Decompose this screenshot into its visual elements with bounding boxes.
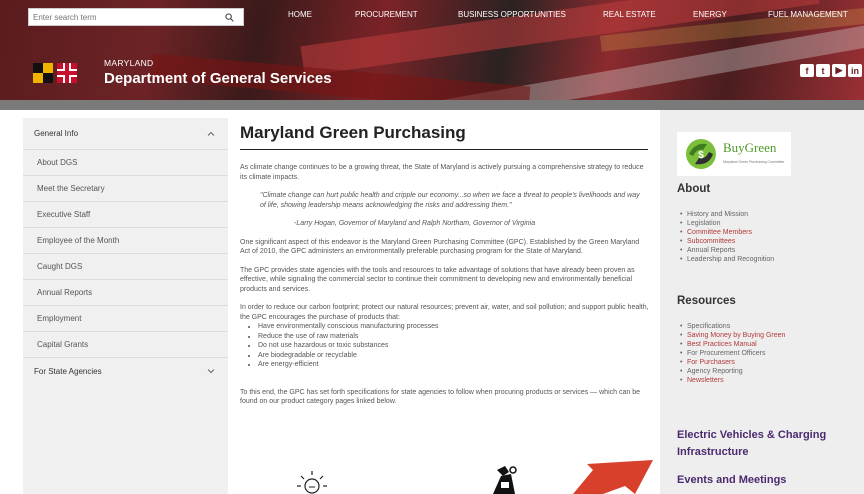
sidebar-item-for-state-agencies[interactable]: For State Agencies (23, 358, 228, 384)
arrow-icon[interactable] (573, 460, 653, 494)
sidebar-item-caught-dgs[interactable]: Caught DGS (23, 254, 228, 280)
quote-attribution: -Larry Hogan, Governor of Maryland and R… (294, 220, 536, 227)
sidebar-item-executive-staff[interactable]: Executive Staff (23, 202, 228, 228)
sidebar-item-annual-reports[interactable]: Annual Reports (23, 280, 228, 306)
specifications-paragraph: To this end, the GPC has set forth speci… (240, 388, 640, 406)
about-link-committee-members[interactable]: Committee Members (680, 228, 774, 237)
chevron-up-icon[interactable] (206, 129, 216, 139)
twitter-icon[interactable]: t (816, 64, 830, 77)
intro-paragraph: As climate change continues to be a grow… (240, 164, 644, 181)
title-divider (240, 149, 648, 150)
criteria-list: Have environmentally conscious manufactu… (240, 322, 650, 370)
sidebar-item-employee-of-the-month[interactable]: Employee of the Month (23, 228, 228, 254)
resources-heading: Resources (677, 295, 736, 307)
about-link-annual-reports[interactable]: Annual Reports (680, 246, 774, 255)
resources-links: Specifications Saving Money by Buying Gr… (680, 322, 785, 385)
agency-state: MARYLAND (104, 58, 154, 68)
nav-business-opportunities[interactable]: BUSINESS OPPORTUNITIES (458, 10, 566, 19)
sidebar-item-about-dgs[interactable]: About DGS (23, 150, 228, 176)
buygreen-logo-tagline: Maryland Green Purchasing Committee (723, 160, 785, 164)
gpc-paragraph: One significant aspect of this endeavor … (240, 238, 640, 256)
nav-real-estate[interactable]: REAL ESTATE (603, 10, 656, 19)
ev-charging-link[interactable]: Electric Vehicles & Charging Infrastruct… (677, 427, 857, 461)
sidebar-item-label: Employment (37, 314, 82, 323)
tools-paragraph: The GPC provides state agencies with the… (240, 266, 635, 293)
resource-link-purchasers[interactable]: For Purchasers (680, 358, 785, 367)
svg-text:$: $ (698, 150, 704, 161)
resource-link-saving-money[interactable]: Saving Money by Buying Green (680, 331, 785, 340)
sidebar-item-label: General Info (34, 129, 79, 138)
header-band (0, 100, 864, 110)
nav-energy[interactable]: ENERGY (693, 10, 727, 19)
search-input[interactable] (29, 12, 219, 22)
sidebar-item-label: Caught DGS (37, 262, 83, 271)
agency-department: Department of General Services (104, 70, 332, 87)
nav-procurement[interactable]: PROCUREMENT (355, 10, 418, 19)
main-content: Maryland Green Purchasing As climate cha… (240, 118, 650, 407)
sidebar-item-employment[interactable]: Employment (23, 306, 228, 332)
sidebar-item-label: Meet the Secretary (37, 184, 105, 193)
search-box (28, 8, 244, 26)
about-link-leadership[interactable]: Leadership and Recognition (680, 255, 774, 264)
sidebar-item-label: Employee of the Month (37, 236, 120, 245)
resource-link-best-practices[interactable]: Best Practices Manual (680, 340, 785, 349)
list-item: Do not use hazardous or toxic substances (258, 341, 650, 351)
sidebar-item-label: Executive Staff (37, 210, 91, 219)
list-item: Have environmentally conscious manufactu… (258, 322, 650, 332)
resource-link-specifications[interactable]: Specifications (680, 322, 785, 331)
recycle-hands-icon: $ (686, 139, 716, 169)
resource-link-newsletters[interactable]: Newsletters (680, 376, 785, 385)
buygreen-logo[interactable]: $ BuyGreen Maryland Green Purchasing Com… (677, 132, 791, 176)
nav-home[interactable]: HOME (288, 10, 312, 19)
governor-quote: "Climate change can hurt public health a… (260, 192, 640, 209)
about-link-subcommittees[interactable]: Subcommittees (680, 237, 774, 246)
events-meetings-link[interactable]: Events and Meetings (677, 472, 857, 489)
sidebar-item-general-info[interactable]: General Info (23, 118, 228, 150)
page-title: Maryland Green Purchasing (240, 123, 466, 142)
sidebar-item-capital-grants[interactable]: Capital Grants (23, 332, 228, 358)
about-link-legislation[interactable]: Legislation (680, 219, 774, 228)
about-link-history[interactable]: History and Mission (680, 210, 774, 219)
purchase-paragraph: In order to reduce our carbon footprint;… (240, 304, 649, 321)
about-links: History and Mission Legislation Committe… (680, 210, 774, 264)
cleaning-supplies-icon[interactable] (487, 464, 521, 494)
resource-link-agency-reporting[interactable]: Agency Reporting (680, 367, 785, 376)
facebook-icon[interactable]: f (800, 64, 814, 77)
youtube-icon[interactable]: ▶ (832, 64, 846, 77)
sidebar-item-meet-the-secretary[interactable]: Meet the Secretary (23, 176, 228, 202)
maryland-flag-logo-icon[interactable] (33, 57, 77, 85)
list-item: Reduce the use of raw materials (258, 332, 650, 342)
search-icon[interactable] (219, 9, 239, 25)
agency-name[interactable]: MARYLAND Department of General Services (104, 58, 332, 87)
lightbulb-icon[interactable] (297, 470, 327, 494)
linkedin-icon[interactable]: in (848, 64, 862, 77)
sidebar-item-label: Capital Grants (37, 340, 89, 349)
sidebar-item-label: About DGS (37, 158, 78, 167)
list-item: Are energy-efficient (258, 360, 650, 370)
left-sidebar: General Info About DGS Meet the Secretar… (23, 118, 228, 494)
site-header: HOME PROCUREMENT BUSINESS OPPORTUNITIES … (0, 0, 864, 110)
buygreen-logo-text: BuyGreen (723, 140, 777, 155)
about-heading: About (677, 183, 711, 195)
chevron-down-icon[interactable] (206, 366, 216, 376)
social-links: f t ▶ in (800, 64, 862, 77)
sidebar-item-label: For State Agencies (34, 366, 102, 376)
resource-link-procurement-officers[interactable]: For Procurement Officers (680, 349, 785, 358)
list-item: Are biodegradable or recyclable (258, 351, 650, 361)
sidebar-item-label: Annual Reports (37, 288, 93, 297)
nav-fuel-management[interactable]: FUEL MANAGEMENT (768, 10, 848, 19)
